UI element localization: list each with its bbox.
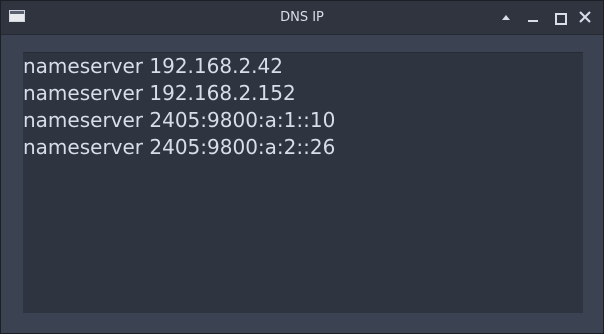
nameserver-line: nameserver 2405:9800:a:1::10	[23, 108, 336, 132]
nameserver-line: nameserver 2405:9800:a:2::26	[23, 135, 336, 159]
title-bar[interactable]: DNS IP	[1, 1, 603, 35]
nameserver-line: nameserver 192.168.2.42	[23, 54, 283, 78]
text-view[interactable]: nameserver 192.168.2.42 nameserver 192.1…	[23, 52, 583, 313]
chevron-up-icon	[502, 15, 510, 20]
close-icon	[579, 11, 591, 23]
nameserver-line: nameserver 192.168.2.152	[23, 81, 296, 105]
nameserver-list: nameserver 192.168.2.42 nameserver 192.1…	[23, 53, 335, 161]
maximize-button[interactable]	[552, 9, 568, 25]
dns-ip-window: DNS IP nameserver 192.168.2.42 nameserve…	[0, 0, 604, 334]
shade-button[interactable]	[498, 9, 514, 25]
close-button[interactable]	[577, 9, 593, 25]
minimize-button[interactable]	[525, 9, 541, 25]
maximize-icon	[555, 13, 567, 25]
minimize-icon	[528, 20, 538, 22]
